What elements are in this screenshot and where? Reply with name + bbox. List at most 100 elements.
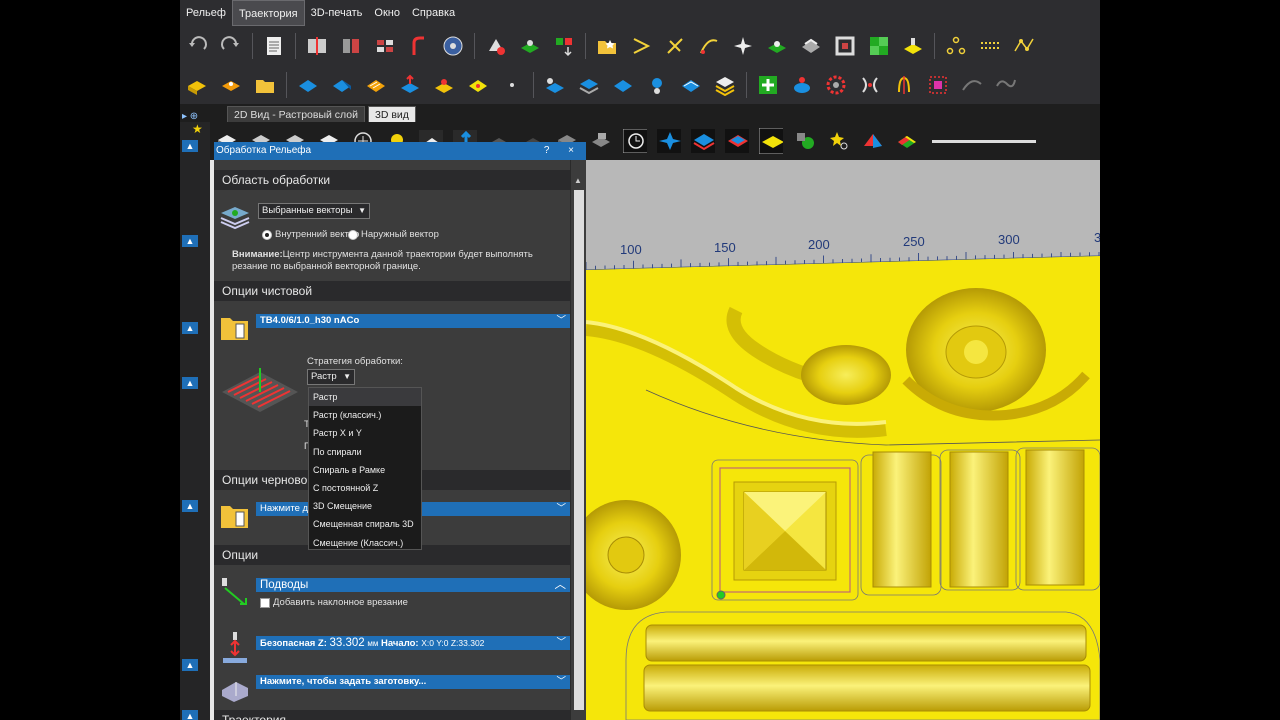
sort-icon[interactable]	[552, 34, 576, 58]
drill-icon[interactable]	[663, 34, 687, 58]
stripes-icon[interactable]	[364, 73, 388, 97]
pyramid-icon[interactable]	[861, 129, 885, 153]
layer-icon[interactable]	[799, 34, 823, 58]
menu-relief[interactable]: Рельеф	[180, 0, 232, 26]
section-finish-header[interactable]: Опции чистовой	[214, 281, 570, 301]
strategy-option[interactable]: Смещение (Классич.)	[309, 534, 421, 552]
menu-3d-print[interactable]: 3D-печать	[305, 0, 369, 26]
green-relief-icon[interactable]	[518, 34, 542, 58]
radio-outer-label[interactable]: Наружный вектор	[361, 229, 439, 240]
material-icon[interactable]	[339, 34, 363, 58]
relief-green-icon[interactable]	[765, 34, 789, 58]
raise-icon[interactable]	[398, 73, 422, 97]
nodes-icon[interactable]	[944, 34, 968, 58]
measure-icon[interactable]	[441, 34, 465, 58]
rail-collapse-icon[interactable]: ▲	[182, 710, 198, 720]
strategy-option[interactable]: По спирали	[309, 443, 421, 461]
shade-wire-icon[interactable]	[589, 129, 613, 153]
strategy-option[interactable]: 3D Смещение	[309, 497, 421, 515]
plane-blue-icon[interactable]	[296, 73, 320, 97]
bracket-icon[interactable]	[858, 73, 882, 97]
frame-icon[interactable]	[833, 34, 857, 58]
clock-icon[interactable]	[623, 129, 647, 153]
undo-icon[interactable]	[185, 34, 209, 58]
cube-orange-icon[interactable]	[219, 73, 243, 97]
radio-inner-label[interactable]: Внутренний вектор	[275, 229, 359, 240]
shapes-icon[interactable]	[793, 129, 817, 153]
gear-red-icon[interactable]	[824, 73, 848, 97]
layers-icon[interactable]	[577, 73, 601, 97]
view-slider-track[interactable]	[932, 139, 1036, 143]
tab-3d-view[interactable]: 3D вид	[368, 106, 416, 122]
circle-icon[interactable]	[500, 73, 524, 97]
strategy-select[interactable]: Растр ▼	[307, 369, 355, 385]
polyline-icon[interactable]	[1012, 34, 1036, 58]
ramp-checkbox[interactable]	[260, 598, 270, 608]
redo-icon[interactable]	[219, 34, 243, 58]
panel-controls[interactable]: ? ×	[544, 142, 586, 160]
panel-scrollbar[interactable]: ▲	[570, 160, 586, 720]
stock-bar[interactable]: Нажмите, чтобы задать заготовку... ﹀	[256, 675, 570, 689]
strategy-option[interactable]: Спираль в Рамке	[309, 461, 421, 479]
shade-yellow-icon[interactable]	[759, 128, 783, 154]
select-icon[interactable]	[926, 73, 950, 97]
section-area-header[interactable]: Область обработки	[214, 170, 570, 190]
sweep2-icon[interactable]	[994, 73, 1018, 97]
green-grid-icon[interactable]	[867, 34, 891, 58]
grid-icon[interactable]	[373, 34, 397, 58]
origin-icon[interactable]	[407, 34, 431, 58]
rail-collapse-icon[interactable]: ▲	[182, 235, 198, 247]
approach-bar[interactable]: Подводы ︿	[256, 578, 570, 592]
strategy-option[interactable]: Растр	[309, 388, 421, 407]
finish-tool-bar[interactable]: ТВ4.0/6/1.0_h30 nACo ﹀	[256, 314, 570, 328]
add-green-icon[interactable]	[756, 73, 780, 97]
tab-2d-view[interactable]: 2D Вид - Растровый слой	[227, 106, 366, 122]
section-toolpath-header[interactable]: Траектория	[214, 710, 570, 720]
3d-viewport[interactable]: 100 150 200 250 300 3	[586, 160, 1100, 720]
curve-icon[interactable]	[697, 34, 721, 58]
rainbow-icon[interactable]	[895, 129, 919, 153]
diamond-icon[interactable]	[466, 73, 490, 97]
bucket-icon[interactable]	[790, 73, 814, 97]
ramp-label[interactable]: Добавить наклонное врезание	[273, 597, 408, 608]
menu-help[interactable]: Справка	[406, 0, 461, 26]
plane-icon[interactable]	[611, 73, 635, 97]
star-blue-icon[interactable]	[657, 129, 681, 153]
yellow-cut-icon[interactable]	[901, 34, 925, 58]
layers-blue-icon[interactable]	[691, 129, 715, 153]
strategy-option[interactable]: Растр X и Y	[309, 424, 421, 442]
stack-icon[interactable]	[713, 73, 737, 97]
wedge-blue-icon[interactable]	[330, 73, 354, 97]
scroll-thumb[interactable]	[574, 190, 584, 710]
folder-star-icon[interactable]	[595, 34, 619, 58]
menu-window[interactable]: Окно	[368, 0, 406, 26]
area-select[interactable]: Выбранные векторы ▼	[258, 203, 370, 219]
tool-db-icon[interactable]	[484, 34, 508, 58]
radio-inner[interactable]	[262, 230, 272, 240]
strategy-option[interactable]: Растр (классич.)	[309, 406, 421, 424]
dots-icon[interactable]	[978, 34, 1002, 58]
layers-red-icon[interactable]	[725, 129, 749, 153]
star-zoom-icon[interactable]	[827, 129, 851, 153]
document-icon[interactable]	[262, 34, 286, 58]
radio-outer[interactable]	[348, 230, 358, 240]
folder-yellow-icon[interactable]	[253, 73, 277, 97]
menu-toolpath[interactable]: Траектория	[231, 0, 305, 26]
angle-icon[interactable]	[629, 34, 653, 58]
rail-collapse-icon[interactable]: ▲	[182, 500, 198, 512]
rail-collapse-icon[interactable]: ▲	[182, 322, 198, 334]
rail-collapse-icon[interactable]: ▲	[182, 140, 198, 152]
gear-blue-icon[interactable]	[645, 73, 669, 97]
star-icon[interactable]	[731, 34, 755, 58]
sheet-icon[interactable]	[679, 73, 703, 97]
split-icon[interactable]	[892, 73, 916, 97]
safe-z-bar[interactable]: Безопасная Z: 33.302 мм Начало: X:0 Y:0 …	[256, 636, 570, 650]
rail-collapse-icon[interactable]: ▲	[182, 659, 198, 671]
scroll-up-icon[interactable]: ▲	[574, 176, 582, 185]
cube-yellow-icon[interactable]	[185, 73, 209, 97]
strategy-option[interactable]: С постоянной Z	[309, 479, 421, 497]
tab-pin-controls[interactable]: ▸ ⊕	[180, 111, 224, 122]
rail-collapse-icon[interactable]: ▲	[182, 377, 198, 389]
height-icon[interactable]	[305, 34, 329, 58]
sweep1-icon[interactable]	[960, 73, 984, 97]
